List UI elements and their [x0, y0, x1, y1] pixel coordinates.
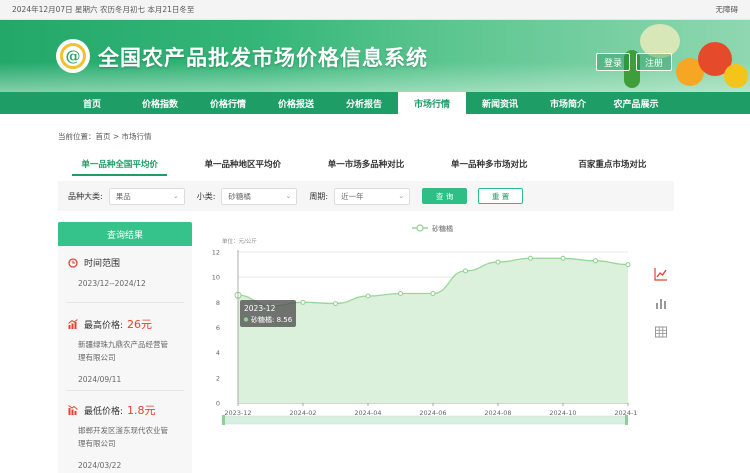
- nav-item-price-index[interactable]: 价格指数: [126, 92, 194, 114]
- main-nav: 首页 价格指数 价格行情 价格报送 分析报告 市场行情 新闻资讯 市场简介 农产…: [0, 92, 750, 114]
- chart-toolbox: [654, 267, 670, 354]
- min-price-date: 2024/03/22: [78, 461, 122, 470]
- trend-up-icon: [68, 319, 78, 329]
- data-point: [463, 268, 468, 274]
- clock-icon: [68, 257, 78, 268]
- result-panel-title: 查询结果: [58, 222, 192, 246]
- tab-multi-market-compare[interactable]: 单一品种多市场对比: [428, 152, 551, 176]
- data-point: [593, 258, 598, 264]
- line-chart-icon[interactable]: [654, 267, 668, 281]
- query-button[interactable]: 查 询: [422, 188, 468, 204]
- data-point: [625, 262, 631, 268]
- tooltip-title: 2023-12: [244, 304, 276, 313]
- nav-item-home[interactable]: 首页: [58, 92, 126, 114]
- tab-national-average[interactable]: 单一品种全国平均价: [58, 152, 181, 176]
- top-info-bar: 2024年12月07日 星期六 农历冬月初七 本月21日冬至 无障碍: [0, 0, 750, 20]
- category-label: 品种大类:: [68, 191, 103, 201]
- zoom-handle-right: [625, 415, 628, 425]
- register-button[interactable]: 注册: [636, 53, 672, 71]
- y-tick-label: 4: [216, 349, 220, 357]
- legend-marker: [416, 224, 424, 232]
- nav-item-news[interactable]: 新闻资讯: [466, 92, 534, 114]
- data-point: [560, 255, 566, 261]
- data-point: [495, 259, 501, 265]
- period-label: 周期:: [309, 191, 329, 201]
- site-logo[interactable]: @: [56, 39, 90, 73]
- time-range-section: 时间范围 2023/12--2024/12: [58, 256, 192, 290]
- price-chart: 砂糖橘 单位：元/公斤 0 2 4 6 8 10 12 2023-12 2024-02 2024-04…: [208, 218, 642, 428]
- legend-label: 砂糖橘: [432, 224, 453, 233]
- zoom-handle-left: [222, 415, 225, 425]
- price-chart-svg: 砂糖橘单位：元/公斤0246810122023-12 2024-02 2024-04…: [212, 224, 642, 425]
- nav-item-price-report[interactable]: 价格报送: [262, 92, 330, 114]
- nav-item-market[interactable]: 市场行情: [398, 92, 466, 114]
- y-tick-label: 6: [216, 324, 220, 332]
- trend-down-icon: [68, 405, 78, 415]
- subcategory-label: 小类:: [196, 191, 216, 201]
- nav-item-analysis[interactable]: 分析报告: [330, 92, 398, 114]
- chevron-down-icon: ⌄: [172, 192, 179, 200]
- data-point: [300, 299, 306, 305]
- tooltip-value: 砂糖橘: 8.56: [251, 315, 293, 324]
- data-point: [430, 291, 436, 297]
- tab-regional-average[interactable]: 单一品种地区平均价: [181, 152, 304, 176]
- y-tick-label: 2: [216, 374, 220, 382]
- category-select[interactable]: 果品 ⌄: [108, 187, 185, 205]
- nav-item-market-intro[interactable]: 市场简介: [534, 92, 602, 114]
- zoom-slider: [221, 415, 629, 425]
- min-price-label: 最低价格:: [84, 406, 124, 417]
- period-value: 近一年: [341, 191, 364, 201]
- max-price-date: 2024/09/11: [78, 375, 122, 384]
- category-value: 果品: [115, 191, 131, 201]
- time-range-value: 2023/12--2024/12: [78, 279, 146, 288]
- data-point: [365, 293, 371, 299]
- min-price-market: 邯郸开发区滏东现代农业管 理有限公司: [78, 426, 168, 448]
- y-tick-label: 8: [216, 299, 220, 307]
- pepper-decoration: [724, 64, 748, 88]
- time-range-label: 时间范围: [84, 259, 121, 269]
- max-price-label: 最高价格:: [84, 320, 124, 331]
- min-price-value: 1.8元: [127, 404, 156, 417]
- date-text: 2024年12月07日 星期六 农历冬月初七 本月21日冬至: [12, 5, 195, 14]
- filter-bar: 品种大类: 果品 ⌄ 小类: 砂糖橘 ⌄ 周期: 近一年 ⌄ 查 询 重 置: [58, 181, 674, 211]
- subcategory-value: 砂糖橘: [228, 191, 251, 201]
- tab-single-market-compare[interactable]: 单一市场多品种对比: [304, 152, 427, 176]
- y-tick-label: 10: [212, 274, 220, 282]
- series-area: [238, 258, 628, 403]
- reset-button[interactable]: 重 置: [478, 188, 524, 204]
- y-unit-label: 单位：元/公斤: [222, 237, 257, 245]
- chevron-down-icon: ⌄: [285, 192, 292, 200]
- data-table-icon[interactable]: [654, 325, 668, 339]
- y-tick-label: 0: [216, 400, 220, 408]
- data-point: [333, 301, 338, 307]
- data-point: [528, 255, 533, 261]
- result-panel: 查询结果 时间范围 2023/12--2024/12 最高价格: 26元 新疆绿…: [58, 222, 192, 473]
- data-point: [398, 291, 403, 297]
- period-select[interactable]: 近一年 ⌄: [334, 187, 411, 205]
- y-tick-label: 12: [212, 249, 220, 257]
- breadcrumb: 当前位置：首页 > 市场行情: [58, 132, 152, 141]
- site-title: 全国农产品批发市场价格信息系统: [98, 46, 428, 70]
- chevron-down-icon: ⌄: [398, 192, 405, 200]
- subcategory-select[interactable]: 砂糖橘 ⌄: [221, 187, 298, 205]
- divider: [66, 302, 184, 303]
- max-price-market: 新疆绿珠九鼎农产品经营管 理有限公司: [78, 340, 168, 362]
- bar-chart-icon[interactable]: [654, 296, 668, 310]
- max-price-section: 最高价格: 26元 新疆绿珠九鼎农产品经营管 理有限公司 2024/09/11: [58, 316, 192, 386]
- nav-item-products[interactable]: 农产品展示: [602, 92, 670, 114]
- tooltip-marker: [243, 317, 249, 322]
- min-price-section: 最低价格: 1.8元 邯郸开发区滏东现代农业管 理有限公司 2024/03/22: [58, 402, 192, 472]
- max-price-value: 26元: [127, 318, 153, 331]
- tab-key-markets-compare[interactable]: 百家重点市场对比: [551, 152, 674, 176]
- divider: [66, 390, 184, 391]
- sub-tabs: 单一品种全国平均价 单一品种地区平均价 单一市场多品种对比 单一品种多市场对比 …: [58, 152, 674, 176]
- login-button[interactable]: 登录: [596, 53, 630, 71]
- nav-item-price-quotes[interactable]: 价格行情: [194, 92, 262, 114]
- header-banner: @ 全国农产品批发市场价格信息系统 登录 注册: [0, 20, 750, 92]
- accessibility-link[interactable]: 无障碍: [716, 4, 739, 15]
